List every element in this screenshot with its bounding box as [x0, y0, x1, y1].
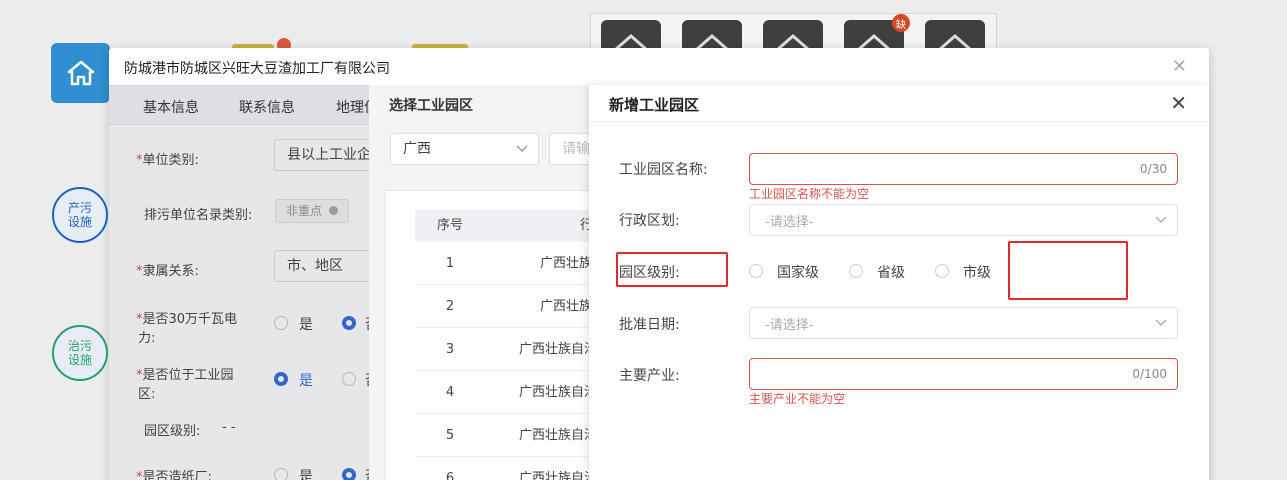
main-industry-error: 主要产业不能为空 [749, 392, 846, 406]
tool-icon-3[interactable] [763, 20, 823, 50]
col-no: 序号 [436, 218, 463, 233]
missing-badge: 缺 [892, 14, 910, 32]
tool-icon-2[interactable] [682, 20, 742, 50]
add-park-dialog: 新增工业园区 ✕ 工业园区名称: 0/30 工业园区名称不能为空 行政区划: -… [589, 85, 1209, 480]
main-industry-label: 主要产业: [619, 368, 680, 384]
home-tile[interactable] [51, 43, 110, 103]
approve-date-placeholder: -请选择- [765, 318, 814, 333]
approve-date-select[interactable]: -请选择- [749, 307, 1178, 339]
park-table: 序号 行 1 广西壮族 2 广西壮族 3 广西壮族自治 4 广西壮族自治 5 广西壮族自治… [385, 190, 635, 480]
main-industry-counter: 0/100 [1132, 367, 1167, 381]
tool-icon-5[interactable] [925, 20, 985, 50]
level-city-label: 市级 [963, 265, 991, 281]
park-name-counter: 0/30 [1140, 162, 1167, 176]
chevron-down-icon [516, 145, 528, 152]
select-park-title: 选择工业园区 [389, 98, 473, 114]
level-national-radio[interactable] [749, 264, 763, 278]
chevron-down-icon [1155, 319, 1167, 326]
region-select[interactable]: 广西 [390, 133, 539, 165]
header-divider [589, 121, 1209, 122]
region-select[interactable]: -请选择- [749, 204, 1178, 236]
level-provincial-label: 省级 [877, 265, 905, 281]
tool-icon-1[interactable] [601, 20, 661, 50]
pollution-source-button[interactable]: 产污 设施 [52, 187, 108, 243]
park-name-input[interactable]: 0/30 [749, 153, 1178, 185]
add-park-title: 新增工业园区 [609, 96, 700, 114]
park-name-error: 工业园区名称不能为空 [749, 187, 870, 201]
highlight-box-empty [1008, 241, 1128, 300]
region-placeholder: -请选择- [765, 215, 814, 230]
pollution-control-button[interactable]: 治污 设施 [52, 325, 108, 381]
level-national-label: 国家级 [777, 265, 819, 281]
close-icon[interactable]: ✕ [1170, 91, 1187, 115]
park-name-label: 工业园区名称: [619, 162, 708, 178]
region-label: 行政区划: [619, 213, 680, 229]
chevron-down-icon [1155, 216, 1167, 223]
highlight-box-label [616, 252, 728, 287]
main-industry-input[interactable]: 0/100 [749, 358, 1178, 390]
select-park-dialog: 选择工业园区 广西 请输 序号 行 1 广西壮族 2 广西壮族 3 广西壮族自治 4广… [369, 85, 635, 480]
close-icon[interactable]: ✕ [1172, 56, 1187, 77]
home-icon [67, 60, 94, 86]
company-title: 防城港市防城区兴旺大豆渣加工厂有限公司 [124, 61, 390, 77]
level-city-radio[interactable] [935, 264, 949, 278]
level-provincial-radio[interactable] [849, 264, 863, 278]
approve-date-label: 批准日期: [619, 317, 680, 333]
